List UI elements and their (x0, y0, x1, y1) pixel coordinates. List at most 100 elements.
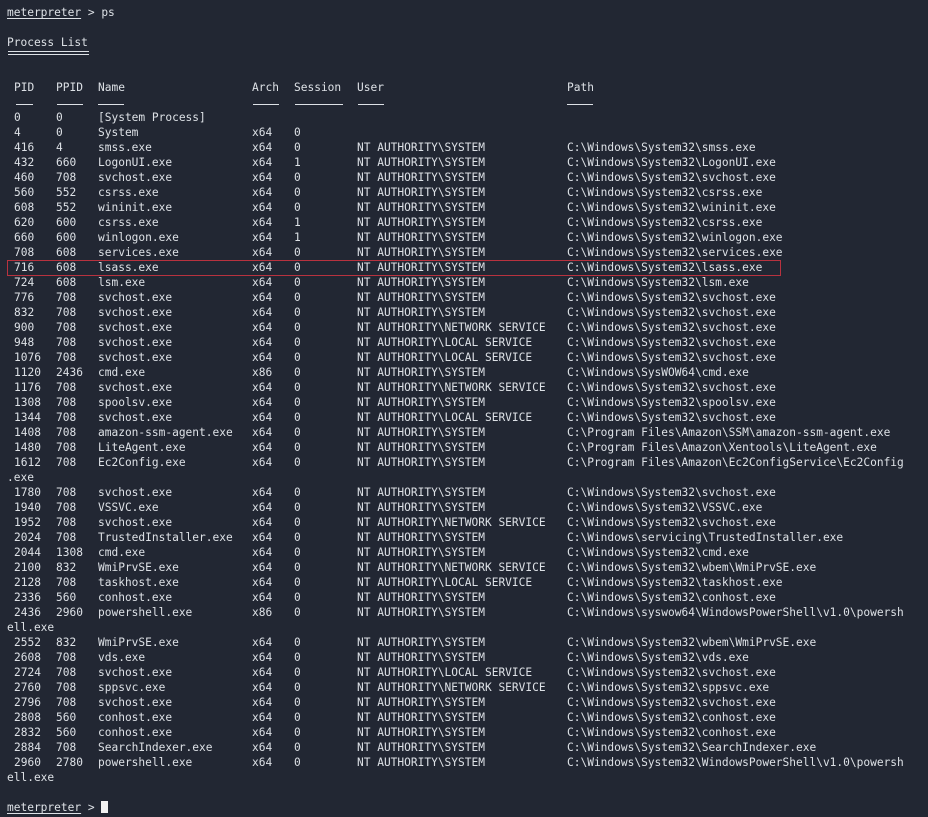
table-row: 0 0 [System Process] (7, 110, 925, 125)
cell-pid: 2128 (14, 576, 41, 589)
cell-name: SearchIndexer.exe (98, 741, 213, 754)
cell-name: vds.exe (98, 651, 146, 664)
cell-arch: x64 (252, 321, 273, 334)
cell-path: C:\Windows\System32\svchost.exe (567, 336, 776, 349)
cell-path: C:\Windows\System32\csrss.exe (567, 186, 763, 199)
cell-user: NT AUTHORITY\LOCAL SERVICE (357, 576, 533, 589)
cell-arch: x64 (252, 171, 273, 184)
cell-pid: 2024 (14, 531, 41, 544)
cursor[interactable] (101, 801, 109, 813)
cell-name: svchost.exe (98, 171, 173, 184)
cell-session: 0 (294, 201, 301, 214)
cell-pid: 2436 (14, 606, 41, 619)
table-row: 416 4 smss.exe x64 0 NT AUTHORITY\SYSTEM C:\Wi… (7, 140, 925, 155)
cell-user: NT AUTHORITY\LOCAL SERVICE (357, 351, 533, 364)
cell-ppid: 560 (56, 591, 77, 604)
table-row: 2760 708 sppsvc.exe x64 0 NT AUTHORITY\NETWOR… (7, 680, 925, 695)
cell-ppid: 4 (56, 141, 63, 154)
dash-ppid (57, 104, 83, 105)
cell-user: NT AUTHORITY\SYSTEM (357, 186, 485, 199)
cell-arch: x64 (252, 711, 273, 724)
cell-path: C:\Windows\System32\conhost.exe (567, 711, 776, 724)
table-row: 460 708 svchost.exe x64 0 NT AUTHORITY\SYSTEM… (7, 170, 925, 185)
cell-path: C:\Windows\System32\vds.exe (567, 651, 749, 664)
cell-ppid: 708 (56, 576, 77, 589)
header-path: Path (567, 81, 594, 94)
cell-path: C:\Windows\System32\svchost.exe (567, 666, 776, 679)
table-row: 2552 832 WmiPrvSE.exe x64 0 NT AUTHORITY\SYST… (7, 635, 925, 650)
cell-pid: 2724 (14, 666, 41, 679)
cell-user: NT AUTHORITY\SYSTEM (357, 216, 485, 229)
active-prompt[interactable]: meterpreter > (7, 800, 925, 815)
cell-name: svchost.exe (98, 486, 173, 499)
cell-session: 0 (294, 591, 301, 604)
cell-arch: x64 (252, 246, 273, 259)
dash-name (98, 104, 124, 105)
cell-user: NT AUTHORITY\SYSTEM (357, 306, 485, 319)
table-row: 832 708 svchost.exe x64 0 NT AUTHORITY\SYSTEM… (7, 305, 925, 320)
cell-session: 0 (294, 666, 301, 679)
cell-arch: x64 (252, 666, 273, 679)
cell-user: NT AUTHORITY\LOCAL SERVICE (357, 411, 533, 424)
cell-pid: 2336 (14, 591, 41, 604)
cell-name: svchost.exe (98, 666, 173, 679)
cell-ppid: 608 (56, 276, 77, 289)
cell-user: NT AUTHORITY\SYSTEM (357, 366, 485, 379)
cell-path: C:\Windows\System32\svchost.exe (567, 351, 776, 364)
cell-path: C:\Windows\System32\svchost.exe (567, 381, 776, 394)
cell-session: 0 (294, 456, 301, 469)
cell-user: NT AUTHORITY\SYSTEM (357, 246, 485, 259)
cell-arch: x64 (252, 441, 273, 454)
cell-session: 0 (294, 531, 301, 544)
cell-user: NT AUTHORITY\SYSTEM (357, 546, 485, 559)
cell-arch: x64 (252, 261, 273, 274)
cell-pid: 1940 (14, 501, 41, 514)
terminal-output[interactable]: meterpreter > ps Process List PID PPID N… (7, 5, 925, 815)
cell-name: amazon-ssm-agent.exe (98, 426, 233, 439)
cell-name: svchost.exe (98, 306, 173, 319)
cell-arch: x64 (252, 306, 273, 319)
cell-ppid: 708 (56, 441, 77, 454)
cell-ppid: 608 (56, 246, 77, 259)
cell-user: NT AUTHORITY\SYSTEM (357, 591, 485, 604)
cell-user: NT AUTHORITY\SYSTEM (357, 426, 485, 439)
cell-arch: x64 (252, 726, 273, 739)
cell-session: 0 (294, 261, 301, 274)
table-row: 2832 560 conhost.exe x64 0 NT AUTHORITY\SYSTE… (7, 725, 925, 740)
cell-session: 0 (294, 396, 301, 409)
cell-session: 0 (294, 651, 301, 664)
cell-name: TrustedInstaller.exe (98, 531, 233, 544)
cell-pid: 560 (14, 186, 35, 199)
cell-session: 0 (294, 711, 301, 724)
cell-pid: 1612 (14, 456, 41, 469)
table-row: 660 600 winlogon.exe x64 1 NT AUTHORITY\SYSTE… (7, 230, 925, 245)
cell-path: C:\Windows\System32\svchost.exe (567, 696, 776, 709)
cell-name: csrss.exe (98, 186, 159, 199)
table-row: 1480 708 LiteAgent.exe x64 0 NT AUTHORITY\SYS… (7, 440, 925, 455)
cell-session: 1 (294, 156, 301, 169)
cell-session: 0 (294, 636, 301, 649)
table-row-highlighted: 716 608 lsass.exe x64 0 NT AUTHORITY\SYSTEM C:… (7, 260, 925, 276)
cell-name: svchost.exe (98, 411, 173, 424)
cell-ppid: 608 (56, 261, 77, 274)
cell-ppid: 708 (56, 336, 77, 349)
cell-path: C:\Windows\System32\lsass.exe (567, 261, 763, 274)
cell-pid: 1308 (14, 396, 41, 409)
cell-name: conhost.exe (98, 726, 173, 739)
cell-arch: x64 (252, 486, 273, 499)
cell-ppid: 708 (56, 351, 77, 364)
table-row: 2960 2780 powershell.exe x64 0 NT AUTHORITY\S… (7, 755, 925, 770)
command-line: meterpreter > ps (7, 5, 925, 20)
cell-arch: x64 (252, 351, 273, 364)
cell-session: 0 (294, 351, 301, 364)
cell-arch: x64 (252, 546, 273, 559)
cell-name: Ec2Config.exe (98, 456, 186, 469)
cell-pid: 608 (14, 201, 35, 214)
cell-ppid: 2780 (56, 756, 83, 769)
cell-pid: 432 (14, 156, 35, 169)
cell-pid: 1076 (14, 351, 41, 364)
table-row: 1076 708 svchost.exe x64 0 NT AUTHORITY\LOCAL… (7, 350, 925, 365)
cell-session: 0 (294, 441, 301, 454)
cell-user: NT AUTHORITY\LOCAL SERVICE (357, 666, 533, 679)
table-row: 2724 708 svchost.exe x64 0 NT AUTHORITY\LOCAL… (7, 665, 925, 680)
